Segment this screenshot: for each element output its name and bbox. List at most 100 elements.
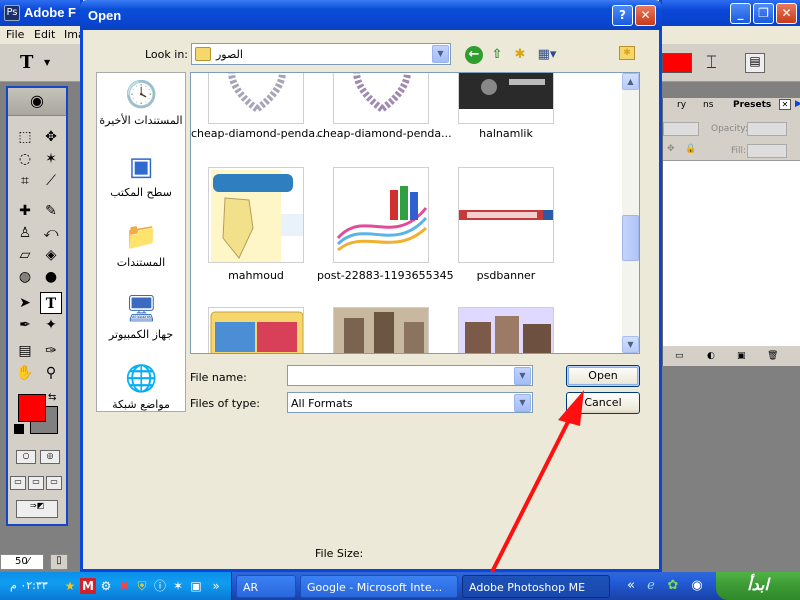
- look-in-dropdown-arrow-icon[interactable]: ▼: [432, 45, 449, 63]
- place-network[interactable]: 🌐 مواضع شبكة: [97, 363, 185, 411]
- minimize-button[interactable]: _: [730, 3, 751, 24]
- open-button[interactable]: Open: [566, 365, 640, 387]
- file-name-dropdown-arrow-icon[interactable]: ▼: [514, 367, 531, 385]
- pen-tool-icon[interactable]: ✒: [14, 314, 36, 336]
- file-thumbnail[interactable]: [208, 307, 304, 353]
- look-in-combo[interactable]: الصور ▼: [191, 43, 451, 65]
- path-selection-tool-icon[interactable]: ➤: [14, 292, 36, 314]
- task-button-photoshop[interactable]: Adobe Photoshop ME: [462, 575, 610, 598]
- scrollbar-thumb[interactable]: [622, 215, 639, 261]
- dialog-close-button[interactable]: ✕: [635, 5, 656, 26]
- file-list-view[interactable]: cheap-diamond-penda... cheap-diamond-pen…: [190, 72, 640, 354]
- files-of-type-dropdown-arrow-icon[interactable]: ▼: [514, 394, 531, 412]
- type-tool-icon[interactable]: T: [20, 52, 33, 73]
- zoom-tool-icon[interactable]: ⚲: [40, 362, 62, 384]
- file-thumbnail[interactable]: [208, 73, 304, 124]
- tray-m-icon[interactable]: M: [80, 578, 96, 594]
- close-button[interactable]: ✕: [776, 3, 797, 24]
- tab-history[interactable]: ry: [677, 100, 686, 110]
- standard-mode-icon[interactable]: ○: [16, 450, 36, 464]
- tab-actions[interactable]: ns: [703, 100, 713, 110]
- tool-preset-arrow-icon[interactable]: ▼: [44, 58, 50, 67]
- place-my-computer[interactable]: 🖥 جهاز الكمبيوتر: [97, 293, 185, 341]
- views-menu-icon[interactable]: ▦▾: [535, 46, 559, 64]
- favorites-folder-icon[interactable]: ✱: [619, 46, 635, 60]
- files-of-type-select[interactable]: All Formats ▼: [287, 392, 533, 413]
- move-tool-icon[interactable]: ✥: [40, 126, 62, 148]
- file-thumbnail[interactable]: [333, 167, 429, 263]
- jump-to-imageready-icon[interactable]: ⇒◩: [16, 500, 58, 518]
- type-tool-active-icon[interactable]: T: [40, 292, 62, 314]
- palette-menu-arrow-icon[interactable]: ▶: [795, 99, 800, 109]
- quick-mask-mode-icon[interactable]: ◎: [40, 450, 60, 464]
- new-folder-icon[interactable]: ✱: [511, 46, 529, 64]
- tray-monitor-icon[interactable]: ▣: [188, 578, 204, 594]
- history-brush-tool-icon[interactable]: ⤺: [40, 222, 62, 244]
- file-name-input[interactable]: ▼: [287, 365, 533, 386]
- quicklaunch-expand-icon[interactable]: «: [622, 577, 640, 595]
- cancel-button[interactable]: Cancel: [566, 392, 640, 414]
- back-icon[interactable]: ←: [465, 46, 483, 64]
- task-button-ie[interactable]: Google - Microsoft Inte...: [300, 575, 458, 598]
- fill-field[interactable]: [747, 144, 787, 158]
- file-thumbnail[interactable]: [458, 73, 554, 124]
- marquee-tool-icon[interactable]: ⬚: [14, 126, 36, 148]
- show-desktop-icon[interactable]: ◉: [688, 577, 706, 595]
- messenger-icon[interactable]: ✿: [664, 577, 682, 595]
- notes-tool-icon[interactable]: ▤: [14, 340, 36, 362]
- tray-info-icon[interactable]: ⓘ: [152, 578, 168, 594]
- paint-bucket-tool-icon[interactable]: ◈: [40, 244, 62, 266]
- palettes-toggle-icon[interactable]: ▤: [745, 53, 765, 73]
- internet-explorer-icon[interactable]: ℯ: [642, 577, 660, 595]
- screen-mode-full-icon[interactable]: ▭: [46, 476, 62, 490]
- file-thumbnail[interactable]: [333, 307, 429, 353]
- layers-list[interactable]: [663, 160, 800, 346]
- open-dialog-titlebar[interactable]: Open ? ✕: [80, 0, 662, 30]
- text-color-swatch[interactable]: [662, 53, 692, 73]
- tray-x-icon[interactable]: ✖: [116, 578, 132, 594]
- new-layer-icon[interactable]: ▣: [737, 351, 746, 361]
- zoom-level-field[interactable]: 50⁄: [0, 554, 44, 570]
- place-my-documents[interactable]: 📁 المستندات: [97, 221, 185, 269]
- restore-button[interactable]: ❐: [753, 3, 774, 24]
- file-list-scrollbar[interactable]: ▲ ▼: [622, 73, 639, 353]
- file-name[interactable]: mahmoud: [191, 269, 321, 282]
- default-colors-icon[interactable]: [14, 424, 24, 434]
- file-thumbnail[interactable]: [458, 307, 554, 353]
- file-thumbnail[interactable]: [333, 73, 429, 124]
- tray-connection-icon[interactable]: ✶: [170, 578, 186, 594]
- tray-app-icon[interactable]: ★: [62, 578, 78, 594]
- scroll-down-icon[interactable]: ▼: [622, 336, 639, 353]
- eyedropper-tool-icon[interactable]: ✑: [40, 340, 62, 362]
- place-recent[interactable]: 🕓 المستندات الأخيرة: [97, 79, 185, 127]
- swap-colors-icon[interactable]: ⇆: [48, 392, 56, 403]
- brush-tool-icon[interactable]: ✎: [40, 200, 62, 222]
- tray-shield-icon[interactable]: ⛨: [134, 578, 150, 594]
- magic-wand-tool-icon[interactable]: ✶: [40, 148, 62, 170]
- file-name[interactable]: psdbanner: [441, 269, 571, 282]
- tab-presets[interactable]: Presets: [733, 100, 771, 110]
- place-desktop[interactable]: ▣ سطح المكتب: [97, 151, 185, 199]
- file-name[interactable]: halnamlik: [441, 127, 571, 140]
- palette-close-icon[interactable]: ✕: [779, 99, 791, 110]
- task-button-ar[interactable]: AR: [236, 575, 296, 598]
- lasso-tool-icon[interactable]: ◌: [14, 148, 36, 170]
- toolbox-header-logo-icon[interactable]: ◉: [8, 88, 66, 116]
- tray-network-icon[interactable]: ⚙: [98, 578, 114, 594]
- foreground-color-swatch[interactable]: [18, 394, 46, 422]
- menu-file[interactable]: File: [6, 28, 24, 41]
- delete-layer-icon[interactable]: 🗑: [767, 351, 778, 361]
- file-name[interactable]: post-22883-1193655345: [317, 269, 454, 282]
- file-name[interactable]: cheap-diamond-penda...: [317, 127, 452, 140]
- menu-edit[interactable]: Edit: [34, 28, 55, 41]
- up-one-level-icon[interactable]: ⇧: [488, 46, 506, 64]
- eraser-tool-icon[interactable]: ▱: [14, 244, 36, 266]
- stamp-tool-icon[interactable]: ♙: [14, 222, 36, 244]
- screen-mode-standard-icon[interactable]: ▭: [10, 476, 26, 490]
- scroll-up-icon[interactable]: ▲: [622, 73, 639, 90]
- crop-tool-icon[interactable]: ⌗: [14, 170, 36, 192]
- file-thumbnail[interactable]: [458, 167, 554, 263]
- dodge-tool-icon[interactable]: ●: [40, 266, 62, 288]
- healing-brush-tool-icon[interactable]: ✚: [14, 200, 36, 222]
- document-info-icon[interactable]: ▯: [50, 554, 68, 570]
